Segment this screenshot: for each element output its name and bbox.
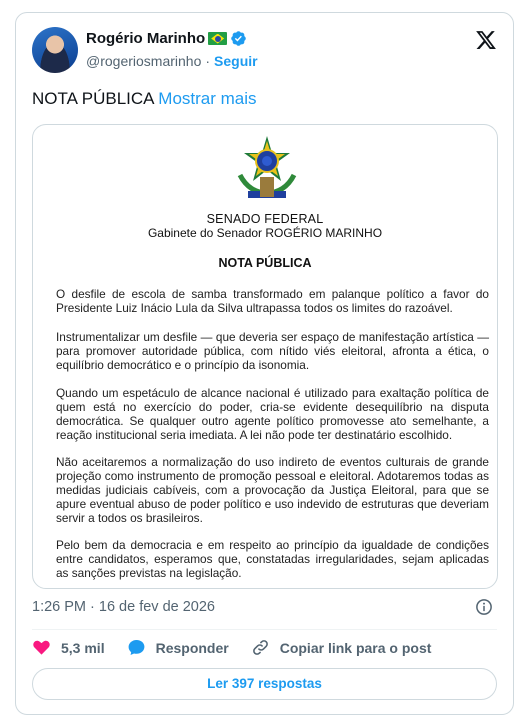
- author-handle-row: @rogeriosmarinho · Seguir: [86, 53, 258, 69]
- read-replies-button[interactable]: Ler 397 respostas: [32, 668, 497, 700]
- reply-bubble-icon: [128, 639, 145, 656]
- show-more-link[interactable]: Mostrar mais: [158, 89, 256, 108]
- tweet-text: NOTA PÚBLICA Mostrar mais: [32, 89, 257, 109]
- copy-link-label: Copiar link para o post: [279, 639, 432, 656]
- verified-badge-icon: [231, 31, 246, 46]
- separator-dot: ·: [205, 53, 211, 69]
- document-paragraph: Instrumentalizar um desfile — que deveri…: [56, 330, 489, 372]
- document-paragraph: Quando um espetáculo de alcance nacional…: [56, 386, 489, 442]
- info-icon[interactable]: [475, 598, 493, 616]
- document-org-title: SENADO FEDERAL: [206, 212, 324, 226]
- divider: [32, 629, 497, 630]
- document-heading: NOTA PÚBLICA: [218, 256, 312, 270]
- author-handle[interactable]: @rogeriosmarinho: [86, 53, 201, 69]
- flag-brazil-icon: [208, 32, 228, 45]
- tweet-body: NOTA PÚBLICA: [32, 89, 154, 108]
- link-icon: [252, 640, 268, 655]
- coat-of-arms-icon: [237, 136, 297, 198]
- like-count: 5,3 mil: [61, 639, 105, 656]
- document-office: Gabinete do Senador ROGÉRIO MARINHO: [147, 226, 383, 240]
- post-timestamp[interactable]: 1:26 PM · 16 de fev de 2026: [32, 599, 215, 615]
- document-paragraph: Não aceitaremos a normalização do uso in…: [56, 455, 489, 525]
- attached-image[interactable]: SENADO FEDERAL Gabinete do Senador ROGÉR…: [32, 124, 498, 589]
- reply-label: Responder: [155, 639, 229, 656]
- x-logo-icon[interactable]: [475, 29, 497, 51]
- author-name[interactable]: Rogério Marinho: [86, 30, 205, 47]
- copy-link-button[interactable]: Copiar link para o post: [251, 638, 432, 657]
- document-paragraph: O desfile de escola de samba transformad…: [56, 287, 489, 315]
- action-bar: 5,3 mil Responder Copiar link para o pos…: [32, 638, 453, 657]
- heart-icon: [33, 640, 50, 655]
- tweet-card: Rogério Marinho @rogeriosmarinho · Segui…: [15, 12, 514, 715]
- document-paragraph: Pelo bem da democracia e em respeito ao …: [56, 538, 489, 580]
- reply-button[interactable]: Responder: [127, 638, 229, 657]
- avatar[interactable]: [32, 27, 78, 73]
- like-button[interactable]: 5,3 mil: [32, 638, 105, 657]
- follow-button[interactable]: Seguir: [214, 53, 258, 69]
- author-name-row: Rogério Marinho: [86, 30, 247, 47]
